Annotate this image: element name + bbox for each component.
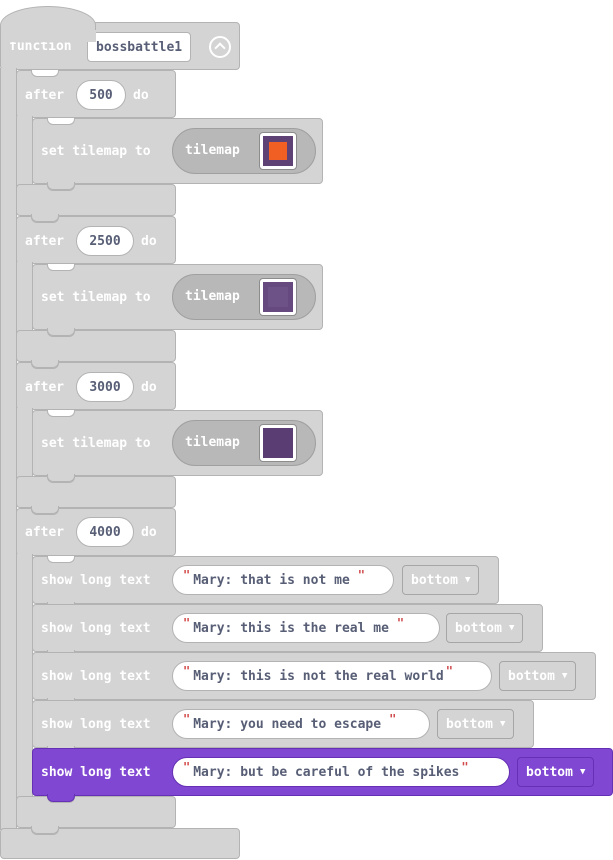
after-arm <box>16 116 33 186</box>
after-label: after <box>25 380 65 395</box>
after-arm <box>16 408 33 478</box>
show-long-text-label: show long text <box>41 765 151 780</box>
position-value: bottom <box>446 716 493 732</box>
caret-down-icon: ▼ <box>508 623 515 633</box>
open-quote-icon: " <box>183 616 191 630</box>
text-string-input[interactable]: " Mary: but be careful of the spikes " <box>172 757 510 787</box>
text-string-input[interactable]: " Mary: that is not me " <box>172 565 394 595</box>
show-long-text-label: show long text <box>41 717 151 732</box>
text-string-value: Mary: this is not the real world <box>193 668 444 684</box>
open-quote-icon: " <box>183 712 191 726</box>
close-quote-icon: " <box>396 616 405 630</box>
after-label: after <box>25 88 65 103</box>
show-long-text-block[interactable]: show long text " Mary: you need to escap… <box>32 700 534 754</box>
tilemap-label: tilemap <box>185 143 240 158</box>
tilemap-preview <box>263 428 293 458</box>
after-bottom <box>16 184 176 222</box>
after-block-2500[interactable]: after 2500 do <box>16 216 176 264</box>
position-value: bottom <box>526 764 573 780</box>
do-label: do <box>141 525 157 540</box>
open-quote-icon: " <box>183 664 191 678</box>
delay-input[interactable]: 4000 <box>76 517 134 547</box>
text-string-value: Mary: that is not me <box>193 572 350 588</box>
caret-down-icon: ▼ <box>464 575 471 585</box>
function-name-field[interactable]: bossbattle1 <box>87 32 192 62</box>
tilemap-reporter[interactable]: tilemap <box>172 128 316 174</box>
show-long-text-label: show long text <box>41 573 151 588</box>
position-dropdown[interactable]: bottom ▼ <box>517 757 595 787</box>
delay-input[interactable]: 500 <box>76 80 126 110</box>
caret-down-icon: ▼ <box>579 767 586 777</box>
position-dropdown[interactable]: bottom ▼ <box>499 661 577 691</box>
function-hat-cover <box>1 30 96 42</box>
after-bottom <box>16 330 176 368</box>
after-label: after <box>25 525 65 540</box>
text-string-input[interactable]: " Mary: this is not the real world " <box>172 661 492 691</box>
show-long-text-block-selected[interactable]: show long text " Mary: but be careful of… <box>32 748 613 802</box>
show-long-text-label: show long text <box>41 669 151 684</box>
tilemap-reporter[interactable]: tilemap <box>172 420 316 466</box>
set-tilemap-block[interactable]: set tilemap to tilemap <box>32 118 323 190</box>
text-string-input[interactable]: " Mary: you need to escape " <box>172 709 430 739</box>
do-label: do <box>141 380 157 395</box>
close-quote-icon: " <box>357 568 366 582</box>
open-quote-icon: " <box>183 568 191 582</box>
after-bottom <box>16 476 176 514</box>
set-tilemap-block[interactable]: set tilemap to tilemap <box>32 410 323 482</box>
tilemap-reporter[interactable]: tilemap <box>172 274 316 320</box>
position-dropdown[interactable]: bottom ▼ <box>402 565 480 595</box>
position-value: bottom <box>455 620 502 636</box>
caret-down-icon: ▼ <box>499 719 506 729</box>
set-tilemap-label: set tilemap to <box>41 436 151 451</box>
tilemap-label: tilemap <box>185 289 240 304</box>
after-bottom <box>16 796 176 834</box>
text-string-value: Mary: but be careful of the spikes <box>193 764 460 780</box>
tilemap-preview <box>263 136 293 166</box>
tilemap-thumbnail[interactable] <box>259 132 297 170</box>
after-label: after <box>25 234 65 249</box>
show-long-text-block[interactable]: show long text " Mary: this is the real … <box>32 604 543 658</box>
after-arm <box>16 554 33 798</box>
position-dropdown[interactable]: bottom ▼ <box>437 709 515 739</box>
after-block-3000[interactable]: after 3000 do <box>16 362 176 410</box>
text-string-input[interactable]: " Mary: this is the real me " <box>172 613 440 643</box>
after-arm <box>16 262 33 332</box>
delay-input[interactable]: 2500 <box>76 226 134 256</box>
tilemap-preview <box>263 282 293 312</box>
tilemap-label: tilemap <box>185 435 240 450</box>
position-value: bottom <box>411 572 458 588</box>
close-quote-icon: " <box>445 664 453 678</box>
position-dropdown[interactable]: bottom ▼ <box>446 613 524 643</box>
close-quote-icon: " <box>461 760 469 774</box>
show-long-text-label: show long text <box>41 621 151 636</box>
set-tilemap-label: set tilemap to <box>41 144 151 159</box>
do-label: do <box>141 234 157 249</box>
close-quote-icon: " <box>389 712 397 726</box>
after-block-4000[interactable]: after 4000 do <box>16 508 176 556</box>
text-string-value: Mary: this is the real me <box>193 620 389 636</box>
set-tilemap-label: set tilemap to <box>41 290 151 305</box>
do-label: do <box>133 88 149 103</box>
tilemap-thumbnail[interactable] <box>259 278 297 316</box>
after-block-500[interactable]: after 500 do <box>16 70 176 118</box>
text-string-value: Mary: you need to escape <box>193 716 382 732</box>
show-long-text-block[interactable]: show long text " Mary: that is not me " … <box>32 556 499 610</box>
set-tilemap-block[interactable]: set tilemap to tilemap <box>32 264 323 336</box>
position-value: bottom <box>508 668 555 684</box>
chevron-up-circle-icon[interactable] <box>209 36 231 58</box>
function-arm <box>0 68 17 830</box>
open-quote-icon: " <box>183 760 191 774</box>
caret-down-icon: ▼ <box>561 671 568 681</box>
delay-input[interactable]: 3000 <box>76 372 134 402</box>
show-long-text-block[interactable]: show long text " Mary: this is not the r… <box>32 652 596 706</box>
tilemap-thumbnail[interactable] <box>259 424 297 462</box>
